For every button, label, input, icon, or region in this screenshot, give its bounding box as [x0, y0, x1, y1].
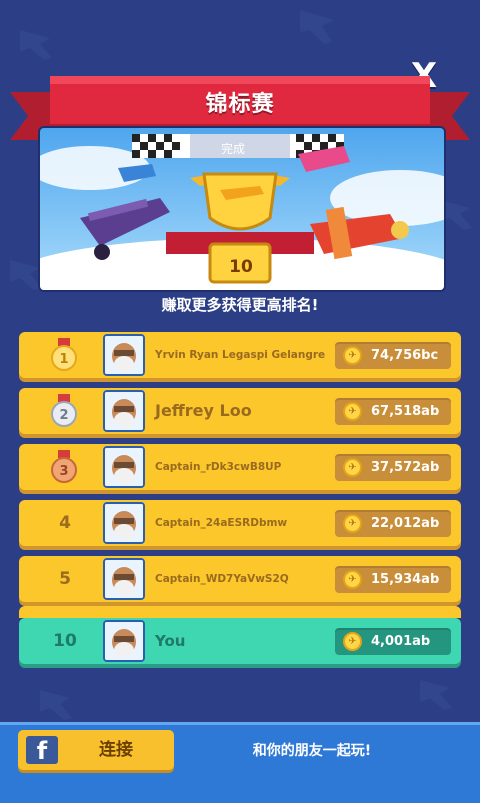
rank-number: 5	[59, 569, 71, 589]
score-badge: ✈ 67,518ab	[335, 398, 451, 425]
page-title: 锦标赛	[205, 92, 275, 117]
trophy-number: 10	[229, 257, 253, 277]
rank-number: 10	[53, 631, 77, 651]
player-name: You	[155, 632, 186, 650]
svg-text:2: 2	[59, 408, 68, 423]
score-badge: ✈ 15,934ab	[335, 566, 451, 593]
avatar	[103, 446, 145, 488]
score-value: 67,518ab	[371, 404, 440, 419]
scroll-peek-row	[19, 606, 461, 618]
score-value: 22,012ab	[371, 516, 440, 531]
gold-medal-icon: 1	[51, 338, 77, 371]
player-name: Jeffrey Loo	[155, 401, 252, 420]
coin-icon: ✈	[343, 632, 362, 651]
coin-icon: ✈	[343, 458, 362, 477]
score-value: 37,572ab	[371, 460, 440, 475]
invite-text: 和你的朋友一起玩!	[252, 743, 372, 759]
coin-icon: ✈	[343, 570, 362, 589]
silver-medal-icon: 2	[51, 394, 77, 427]
leaderboard-row: 5 Captain_WD7YaVwS2Q ✈ 15,934ab	[19, 556, 461, 602]
bronze-medal-icon: 3	[51, 450, 77, 483]
facebook-icon: f	[26, 736, 58, 765]
score-badge: ✈ 37,572ab	[335, 454, 451, 481]
player-name: Captain_WD7YaVwS2Q	[155, 573, 289, 585]
score-value: 4,001ab	[371, 634, 431, 649]
score-value: 74,756bc	[371, 348, 439, 363]
player-row: 10 You ✈ 4,001ab	[19, 618, 461, 664]
score-badge: ✈ 4,001ab	[335, 628, 451, 655]
avatar	[103, 502, 145, 544]
coin-icon: ✈	[343, 514, 362, 533]
facebook-connect-button[interactable]: f 连接	[18, 730, 174, 770]
rank-number: 4	[59, 513, 71, 533]
status-label: 完成	[220, 142, 245, 156]
player-name: Yrvin Ryan Legaspi Gelangre	[155, 349, 326, 361]
avatar	[103, 334, 145, 376]
leaderboard-row: 3 Captain_rDk3cwB8UP ✈ 37,572ab	[19, 444, 461, 490]
avatar	[103, 390, 145, 432]
avatar	[103, 558, 145, 600]
subtitle: 赚取更多获得更高排名!	[161, 296, 319, 314]
connect-label: 连接	[99, 740, 133, 760]
player-name: Captain_rDk3cwB8UP	[155, 461, 282, 473]
avatar	[103, 620, 145, 662]
leaderboard-row: 4 Captain_24aESRDbmw ✈ 22,012ab	[19, 500, 461, 546]
leaderboard-row: 2 Jeffrey Loo ✈ 67,518ab	[19, 388, 461, 434]
coin-icon: ✈	[343, 402, 362, 421]
leaderboard-row: 1 Yrvin Ryan Legaspi Gelangre ✈ 74,756bc	[19, 332, 461, 378]
score-value: 15,934ab	[371, 572, 440, 587]
svg-text:1: 1	[59, 352, 68, 367]
player-name: Captain_24aESRDbmw	[155, 517, 288, 529]
score-badge: ✈ 22,012ab	[335, 510, 451, 537]
svg-text:3: 3	[59, 464, 68, 479]
score-badge: ✈ 74,756bc	[335, 342, 451, 369]
coin-icon: ✈	[343, 346, 362, 365]
